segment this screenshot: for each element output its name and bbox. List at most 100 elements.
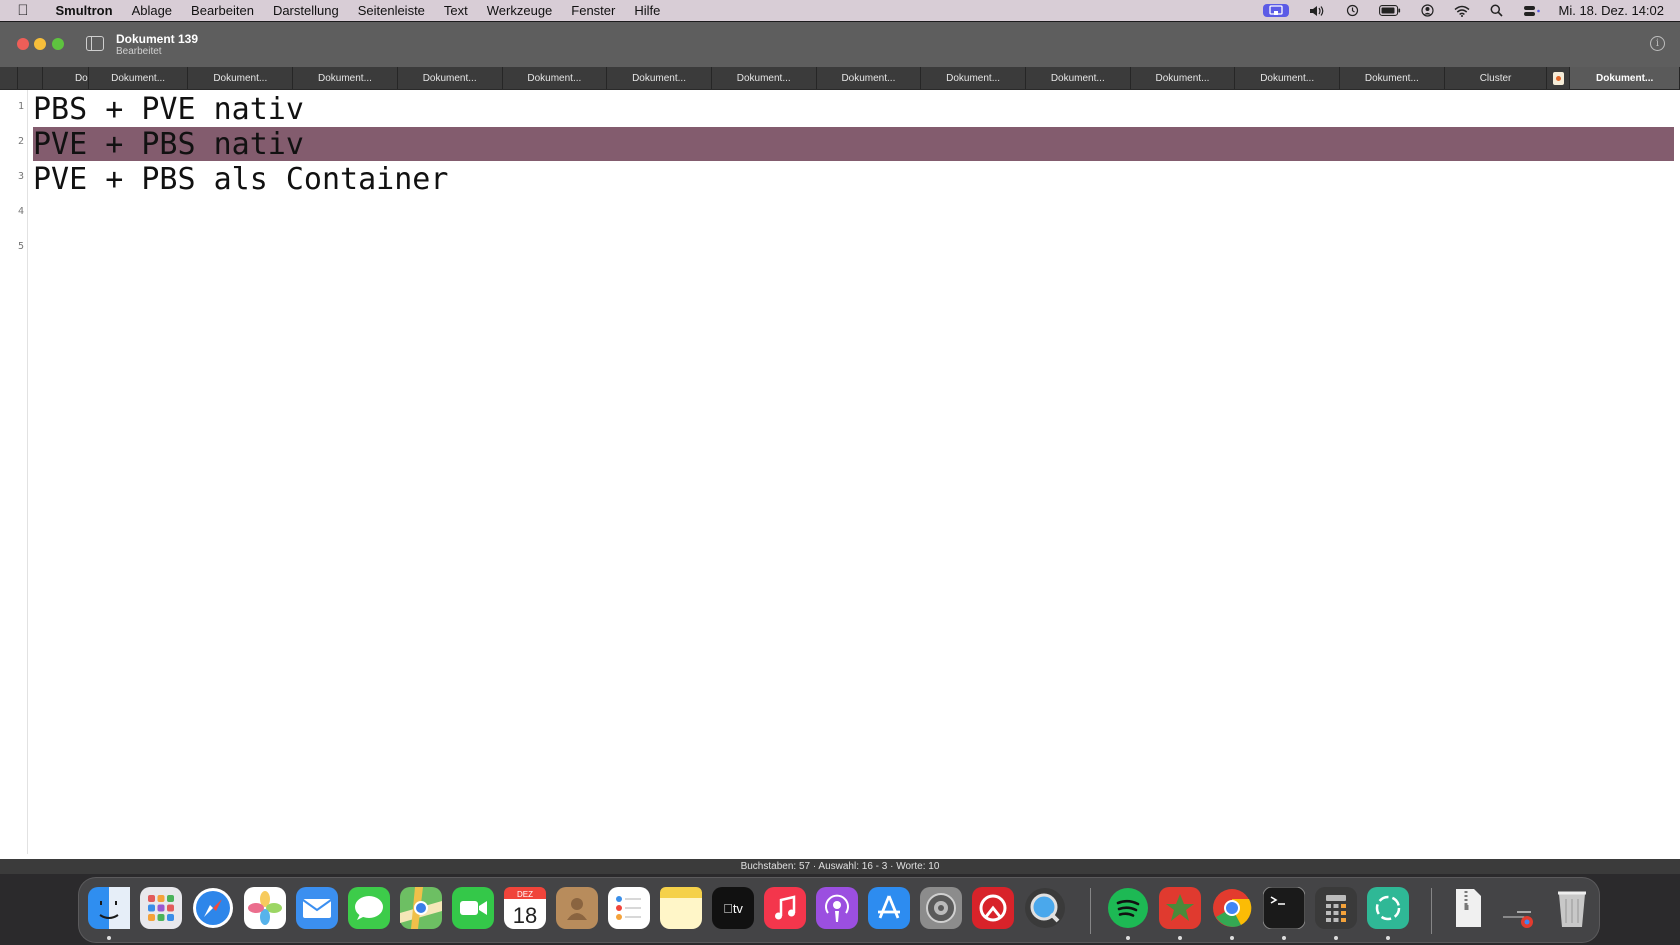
tab-document[interactable]: Dokument... [921,67,1026,89]
reminders-icon[interactable] [608,887,650,929]
title-bar: Dokument 139 Bearbeitet i [0,22,1680,67]
apple-logo-icon[interactable]:  [0,2,46,19]
tab-document[interactable]: Dokument... [712,67,817,89]
zoom-window-button[interactable] [52,38,64,50]
launchpad-icon[interactable] [140,887,182,929]
line-number-gutter: 1 2 3 4 5 [0,90,28,854]
status-menu-area: Mi. 18. Dez. 14:02 [1253,0,1680,21]
running-indicator [1126,936,1130,940]
menu-darstellung[interactable]: Darstellung [263,3,348,18]
text-editor[interactable]: 1 2 3 4 5 PBS + PVE nativ PVE + PBS nati… [0,90,1680,854]
info-icon[interactable]: i [1650,36,1665,51]
safari-icon[interactable] [192,887,234,929]
document-subtitle: Bearbeitet [116,46,162,57]
text-line-selected[interactable]: PVE + PBS nativ [33,127,304,162]
tab-document[interactable]: Dokument... [1026,67,1131,89]
running-indicator [1334,936,1338,940]
tab-document[interactable]: Dokument... [607,67,712,89]
calendar-month: DEZ [517,890,533,899]
zip-archive-icon[interactable] [1447,887,1489,929]
sidebar-toggle-icon[interactable] [86,36,104,51]
calendar-icon[interactable]: DEZ 18 [504,887,546,929]
tab-document[interactable]: Dokument... [503,67,608,89]
maps-icon[interactable] [400,887,442,929]
tab-document[interactable]: Dokument... [1340,67,1445,89]
running-indicator [1282,936,1286,940]
document-title: Dokument 139 [116,32,199,46]
pdf-reader-icon[interactable] [972,887,1014,929]
line-number: 5 [17,241,24,252]
line-number: 4 [17,206,24,217]
menu-ablage[interactable]: Ablage [122,3,181,18]
tab-document[interactable]: Dokument... [398,67,503,89]
tab-document[interactable]: Dokument... [1235,67,1340,89]
dock-separator [1090,888,1091,934]
app-store-icon[interactable] [868,887,910,929]
terminal-icon[interactable] [1263,887,1305,929]
menu-seitenleiste[interactable]: Seitenleiste [348,3,434,18]
tab-document[interactable]: Dokument... [293,67,398,89]
red-app-icon[interactable] [1159,887,1201,929]
chrome-icon[interactable] [1211,887,1253,929]
messages-icon[interactable] [348,887,390,929]
menu-werkzeuge[interactable]: Werkzeuge [477,3,562,18]
facetime-icon[interactable] [452,887,494,929]
podcasts-icon[interactable] [816,887,858,929]
running-indicator [1386,936,1390,940]
menu-app-name[interactable]: Smultron [46,3,122,18]
spotify-icon[interactable] [1107,887,1149,929]
tab-document[interactable]: Dokument... [188,67,294,89]
chatgpt-icon[interactable] [1367,887,1409,929]
time-machine-icon[interactable] [1346,4,1359,17]
contacts-icon[interactable] [556,887,598,929]
status-bar: Buchstaben: 57 · Auswahl: 16 - 3 · Worte… [0,859,1680,874]
tab-document[interactable]: Dokument... [817,67,922,89]
trash-icon[interactable] [1551,887,1593,929]
wifi-icon[interactable] [1454,5,1470,17]
menu-text[interactable]: Text [434,3,477,18]
tab-document[interactable]: Dokument... [1131,67,1236,89]
control-center-icon[interactable] [1523,5,1541,17]
menu-bearbeiten[interactable]: Bearbeiten [182,3,264,18]
text-line[interactable]: PVE + PBS als Container [33,162,448,197]
running-indicator [1230,936,1234,940]
close-window-button[interactable] [17,38,29,50]
menubar-clock[interactable]: Mi. 18. Dez. 14:02 [1559,3,1665,18]
minimize-window-button[interactable] [34,38,46,50]
calendar-day: 18 [513,903,537,928]
tab-bar: Do Dokument... Dokument... Dokument... D… [0,67,1680,90]
volume-icon[interactable] [1309,5,1326,17]
tab-document[interactable] [18,67,43,89]
tab-cluster[interactable]: Cluster [1445,67,1548,89]
user-icon[interactable] [1420,4,1434,17]
menu-hilfe[interactable]: Hilfe [625,3,670,18]
tab-document-icon-tab[interactable] [1547,67,1571,89]
downloads-stack-icon[interactable] [1499,887,1541,929]
mail-icon[interactable] [296,887,338,929]
notes-icon[interactable] [660,887,702,929]
tab-scroll-left[interactable] [0,67,18,89]
battery-icon[interactable] [1378,5,1401,16]
tab-document[interactable]: Do [43,67,89,89]
running-indicator [107,936,111,940]
apple-tv-icon[interactable]: tv [712,887,754,929]
calculator-icon[interactable] [1315,887,1357,929]
tab-document-active[interactable]: Dokument... [1570,67,1680,89]
quicktime-icon[interactable] [1024,887,1066,929]
dock-separator [1431,888,1432,934]
document-icon [1552,71,1564,85]
music-icon[interactable] [764,887,806,929]
spotlight-search-icon[interactable] [1490,4,1503,17]
menu-fenster[interactable]: Fenster [562,3,625,18]
menu-bar:  Smultron Ablage Bearbeiten Darstellung… [0,0,1680,21]
line-number: 2 [17,136,24,147]
screen-mirroring-icon[interactable] [1262,4,1289,17]
photos-icon[interactable] [244,887,286,929]
line-number: 3 [17,171,24,182]
finder-icon[interactable] [88,887,130,929]
tab-document[interactable]: Dokument... [89,67,189,89]
system-settings-icon[interactable] [920,887,962,929]
dock: DEZ 18 tv [78,877,1600,943]
text-line[interactable]: PBS + PVE nativ [33,92,304,127]
smultron-window: Dokument 139 Bearbeitet i Do Dokument...… [0,22,1680,874]
